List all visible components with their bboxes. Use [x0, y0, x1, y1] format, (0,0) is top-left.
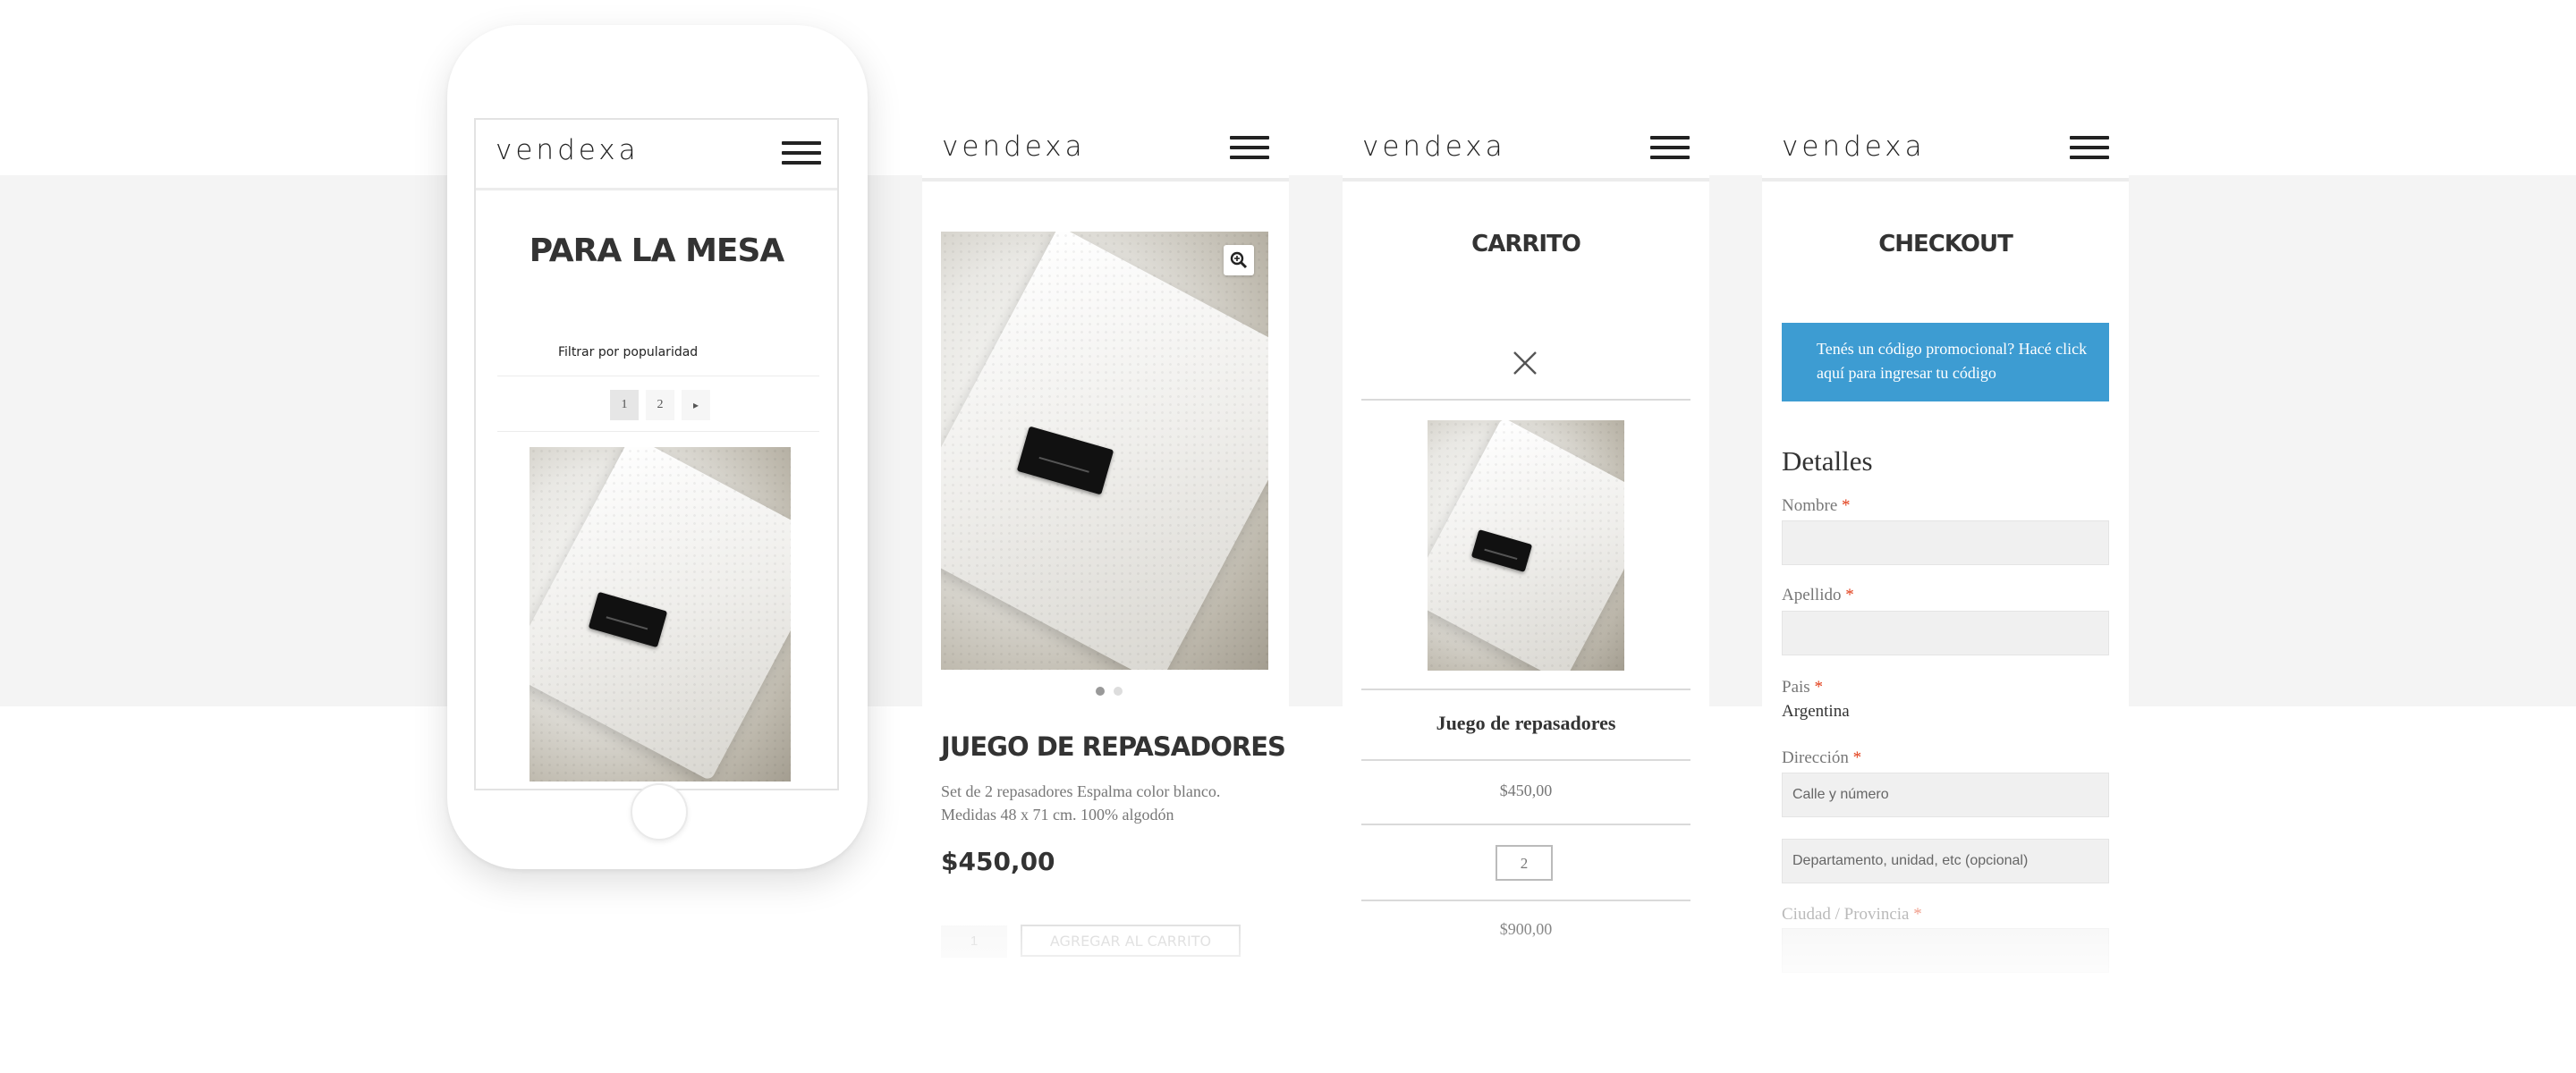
divider [497, 431, 819, 432]
checkout-header: vendexa [1762, 114, 2129, 182]
hamburger-menu-icon[interactable] [2070, 136, 2109, 161]
page-1-link[interactable]: 1 [610, 390, 639, 420]
next-page-icon[interactable]: ▸ [682, 390, 710, 420]
apellido-label-text: Apellido [1782, 586, 1842, 604]
hamburger-menu-icon[interactable] [1650, 136, 1690, 161]
coupon-notice-text[interactable]: Tenés un código promocional? Hacé click … [1817, 340, 2087, 382]
ciudad-label: Ciudad / Provincia * [1782, 905, 1922, 925]
add-to-cart-button[interactable]: AGREGAR AL CARRITO [1021, 925, 1241, 957]
hamburger-menu-icon[interactable] [782, 141, 821, 166]
ciudad-field[interactable] [1782, 928, 2109, 973]
category-title: PARA LA MESA [529, 232, 785, 269]
gallery-dot[interactable] [1114, 687, 1123, 696]
details-heading: Detalles [1782, 445, 1873, 477]
direccion2-field[interactable]: Departamento, unidad, etc (opcional) [1782, 839, 2109, 883]
required-mark: * [1852, 748, 1862, 767]
gallery-dot-active[interactable] [1096, 687, 1105, 696]
direccion-label: Dirección * [1782, 748, 1861, 768]
coupon-notice[interactable]: Tenés un código promocional? Hacé click … [1782, 323, 2109, 401]
apellido-field[interactable] [1782, 611, 2109, 655]
product-price: $450,00 [941, 847, 1055, 876]
pagination: 1 2 ▸ [610, 390, 710, 420]
brand-logo[interactable]: vendexa [1782, 131, 1926, 163]
cart-quantity-input[interactable]: 2 [1496, 845, 1553, 881]
pais-label-text: Pais [1782, 678, 1810, 697]
product-panel: vendexa JUEGO DE REPASADORES Set de 2 re… [922, 114, 1289, 1000]
brand-logo[interactable]: vendexa [496, 134, 640, 166]
product-title: JUEGO DE REPASADORES [941, 731, 1286, 762]
cart-title: CARRITO [1471, 231, 1581, 258]
page-2-link[interactable]: 2 [646, 390, 674, 420]
home-button [631, 783, 688, 841]
divider [1361, 689, 1690, 690]
close-icon[interactable] [1511, 349, 1539, 377]
cart-subtotal: $900,00 [1499, 920, 1553, 938]
required-mark: * [1814, 678, 1823, 697]
required-mark: * [1842, 496, 1851, 515]
sort-dropdown[interactable]: Filtrar por popularidad [558, 345, 698, 359]
nombre-label: Nombre * [1782, 496, 1851, 516]
cart-item-image[interactable] [1428, 420, 1624, 671]
checkout-panel: vendexa CHECKOUT Tenés un código promoci… [1762, 114, 2129, 1000]
phone-header: vendexa [476, 120, 837, 190]
cart-item-name[interactable]: Juego de repasadores [1343, 712, 1709, 735]
required-mark: * [1913, 905, 1922, 924]
checkout-title: CHECKOUT [1878, 231, 2013, 258]
cart-item-price: $450,00 [1499, 782, 1553, 799]
cart-panel: vendexa CARRITO Juego de repasadores $45… [1343, 114, 1709, 1000]
divider [1361, 900, 1690, 901]
phone-screen: vendexa PARA LA MESA Filtrar por popular… [474, 118, 839, 790]
required-mark: * [1845, 586, 1854, 604]
phone-mockup: vendexa PARA LA MESA Filtrar por popular… [447, 25, 868, 869]
divider [1361, 759, 1690, 761]
zoom-in-icon[interactable] [1224, 245, 1254, 275]
pais-select[interactable]: Argentina [1782, 702, 1850, 722]
divider [1361, 824, 1690, 825]
nombre-field[interactable] [1782, 520, 2109, 565]
ciudad-label-text: Ciudad / Provincia [1782, 905, 1910, 924]
cart-header: vendexa [1343, 114, 1709, 182]
brand-logo[interactable]: vendexa [942, 131, 1086, 163]
divider [1361, 399, 1690, 401]
product-header: vendexa [922, 114, 1289, 182]
product-description: Set de 2 repasadores Espalma color blanc… [941, 782, 1221, 824]
hamburger-menu-icon[interactable] [1230, 136, 1269, 161]
product-image[interactable] [530, 447, 791, 782]
gallery-dots [1096, 687, 1123, 696]
apellido-label: Apellido * [1782, 586, 1854, 605]
quantity-input[interactable]: 1 [941, 925, 1007, 958]
brand-logo[interactable]: vendexa [1362, 131, 1506, 163]
nombre-label-text: Nombre [1782, 496, 1838, 515]
product-main-image[interactable] [941, 232, 1268, 670]
direccion-label-text: Dirección [1782, 748, 1849, 767]
direccion-field[interactable]: Calle y número [1782, 773, 2109, 817]
pais-label: Pais * [1782, 678, 1823, 697]
